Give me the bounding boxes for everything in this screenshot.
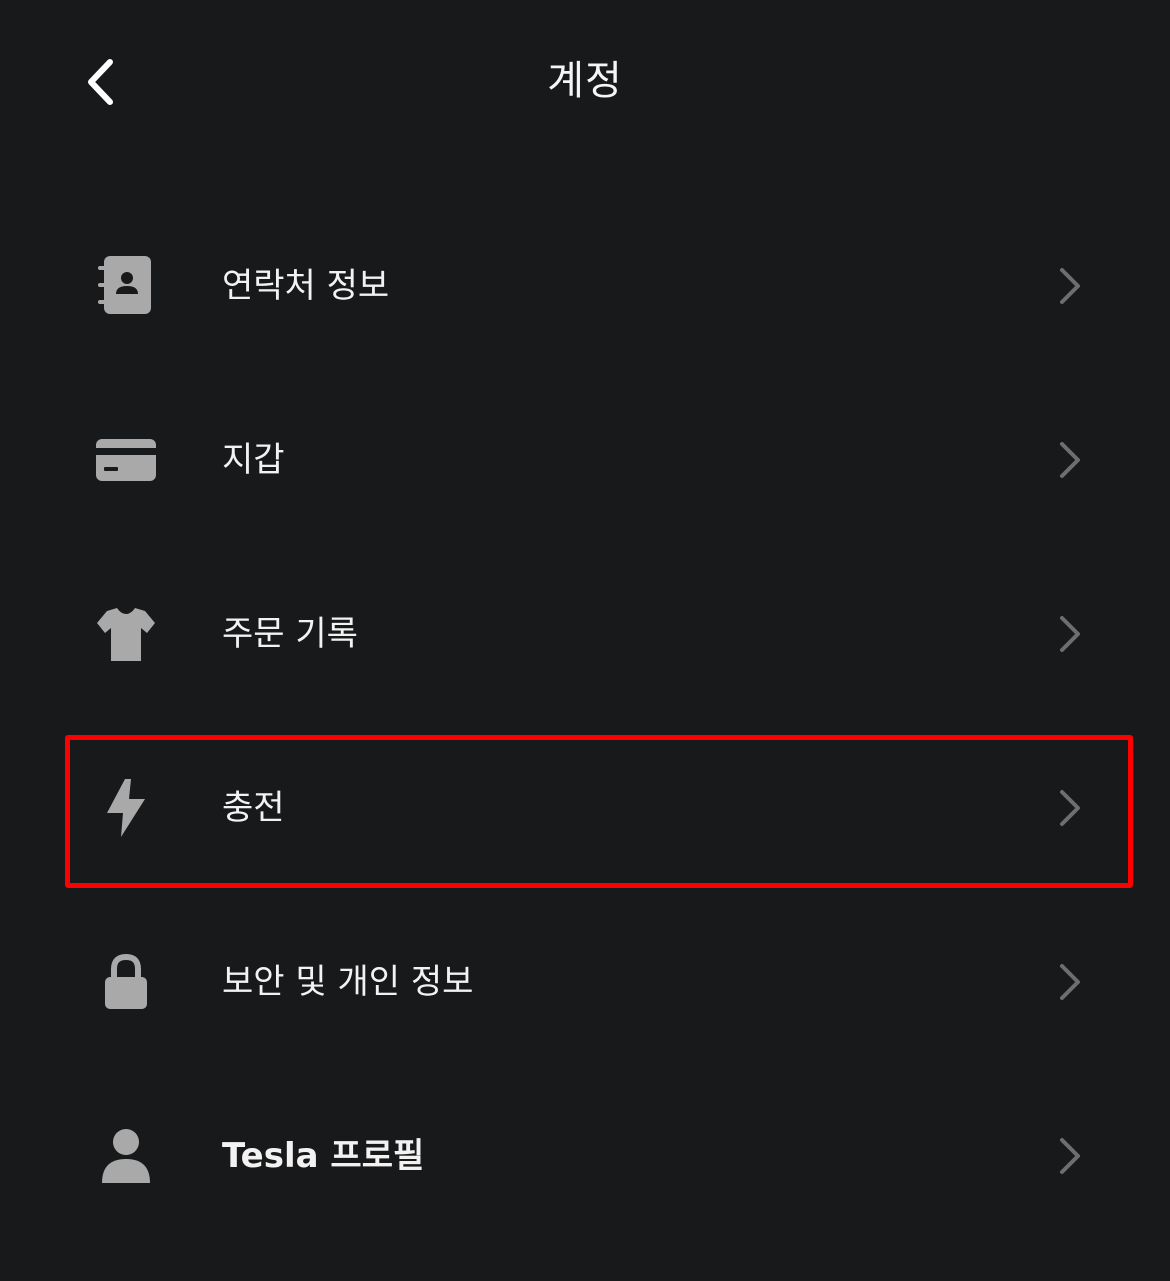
menu-item-charging[interactable]: 충전 bbox=[0, 721, 1170, 895]
chevron-right-icon bbox=[1050, 786, 1090, 830]
menu-item-label: 지갑 bbox=[222, 440, 285, 480]
header: 계정 bbox=[0, 0, 1170, 160]
page-title: 계정 bbox=[547, 58, 623, 104]
lock-icon bbox=[86, 942, 166, 1022]
chevron-right-icon bbox=[1050, 612, 1090, 656]
menu-item-security-privacy[interactable]: 보안 및 개인 정보 bbox=[0, 895, 1170, 1069]
chevron-right-icon bbox=[1050, 960, 1090, 1004]
menu-item-order-history[interactable]: 주문 기록 bbox=[0, 547, 1170, 721]
credit-card-icon bbox=[86, 420, 166, 500]
menu-item-label: 충전 bbox=[222, 788, 285, 828]
account-menu: 연락처 정보 지갑 주문 기록 충전 보안 및 개인 정보 Tesla 프로필 bbox=[0, 199, 1170, 1243]
contact-book-icon bbox=[86, 246, 166, 326]
menu-item-tesla-profile[interactable]: Tesla 프로필 bbox=[0, 1069, 1170, 1243]
tshirt-icon bbox=[86, 594, 166, 674]
menu-item-label: 연락처 정보 bbox=[222, 266, 390, 306]
menu-item-contact-info[interactable]: 연락처 정보 bbox=[0, 199, 1170, 373]
person-icon bbox=[86, 1116, 166, 1196]
menu-item-label: 보안 및 개인 정보 bbox=[222, 962, 474, 1002]
chevron-right-icon bbox=[1050, 1134, 1090, 1178]
chevron-right-icon bbox=[1050, 264, 1090, 308]
chevron-right-icon bbox=[1050, 438, 1090, 482]
menu-item-label: 주문 기록 bbox=[222, 614, 358, 654]
menu-item-wallet[interactable]: 지갑 bbox=[0, 373, 1170, 547]
lightning-bolt-icon bbox=[86, 768, 166, 848]
menu-item-label: Tesla 프로필 bbox=[222, 1136, 425, 1176]
